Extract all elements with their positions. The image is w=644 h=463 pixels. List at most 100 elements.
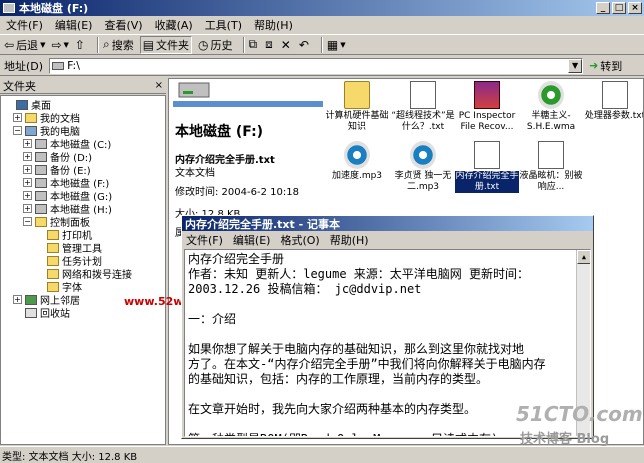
undo-icon: ↶ — [298, 37, 309, 52]
notepad-menu-edit[interactable]: 编辑(E) — [233, 232, 271, 248]
file-item[interactable]: “超线程技术”是什么？.txt — [391, 81, 455, 133]
watermark-blog: 技术博客 Blog — [520, 432, 610, 447]
scroll-up-icon[interactable]: ▲ — [577, 250, 590, 264]
folder-tree[interactable]: 桌面 + 我的文档 − 我的电脑 + 本地磁盘 (C:) + 备份 (D:) + 备份 (E:) + 本… — [0, 95, 166, 445]
file-item[interactable]: PC Inspector File Recov... — [455, 81, 519, 133]
address-input[interactable]: F:\ ▼ — [49, 57, 584, 74]
rar-file-icon — [474, 81, 500, 109]
history-button[interactable]: ◷ 历史 — [198, 37, 232, 53]
notepad-menu-file[interactable]: 文件(F) — [186, 232, 223, 248]
file-label: 液晶眩机：别被响应... — [519, 171, 583, 192]
mp3-file-icon — [410, 141, 436, 169]
tree-item-label: 回收站 — [40, 309, 70, 320]
move-to-icon: ⧉ — [248, 37, 258, 51]
toolbar-separator — [242, 36, 245, 53]
chevron-down-icon: ▼ — [63, 40, 69, 49]
forward-arrow-icon: ⇨ — [51, 37, 62, 52]
move-to-button[interactable]: ⧉ — [249, 37, 260, 52]
file-item[interactable]: 半糖主义-S.H.E.wma — [519, 81, 583, 133]
back-arrow-icon: ⇦ — [4, 37, 15, 52]
collapse-icon[interactable]: − — [23, 217, 32, 226]
drive-icon — [35, 164, 47, 175]
close-icon[interactable]: × — [155, 80, 163, 91]
text-line — [188, 387, 587, 402]
file-item[interactable]: 内存介绍完全手册.txt — [455, 141, 519, 193]
expand-icon[interactable]: + — [23, 139, 32, 148]
selected-file-type: 文本文档 — [175, 168, 215, 179]
window-title: 本地磁盘 (F:) — [19, 2, 89, 15]
file-item[interactable]: 计算机硬件基础知识 — [325, 81, 389, 133]
views-button[interactable]: ▦ ▼ — [327, 38, 346, 52]
menu-help[interactable]: 帮助(H) — [254, 17, 293, 33]
drive-icon — [35, 177, 47, 188]
tree-item[interactable]: 回收站 — [13, 306, 70, 320]
file-item[interactable]: 处理器参数.txt — [583, 81, 644, 122]
text-line: 如果你想了解关于电脑内存的基础知识，那么到这里你就找对地 — [188, 342, 525, 356]
menu-edit[interactable]: 编辑(E) — [55, 17, 93, 33]
folders-button[interactable]: ▤ 文件夹 — [139, 35, 193, 54]
watermark-site: 51CTO.com — [516, 402, 643, 426]
folders-panel-header: 文件夹 × — [0, 78, 166, 94]
notepad-menubar: 文件(F) 编辑(E) 格式(O) 帮助(H) — [182, 231, 593, 248]
file-item[interactable]: 液晶眩机：别被响应... — [519, 141, 583, 193]
pc-icon — [25, 125, 37, 136]
menu-favorites[interactable]: 收藏(A) — [155, 17, 193, 33]
expand-icon[interactable]: + — [13, 295, 22, 304]
folder-icon — [47, 255, 59, 266]
txt-file-icon — [474, 141, 500, 169]
notepad-title: 内存介绍完全手册.txt - 记事本 — [185, 217, 341, 231]
go-button[interactable]: ➜ 转到 — [589, 58, 622, 74]
notepad-menu-format[interactable]: 格式(O) — [280, 232, 319, 248]
chevron-down-icon: ▼ — [40, 40, 46, 49]
file-label: 处理器参数.txt — [584, 111, 644, 121]
text-line: 作者：未知 更新人：legume 来源：太平洋电脑网 更新时间： — [188, 267, 530, 281]
search-button[interactable]: ⌕ 搜索 — [103, 37, 134, 53]
copy-to-button[interactable]: ⧈ — [265, 37, 275, 52]
maximize-button[interactable]: □ — [612, 2, 626, 14]
collapse-icon[interactable]: − — [13, 126, 22, 135]
close-button[interactable]: × — [628, 2, 642, 14]
toolbar-separator — [320, 36, 323, 53]
expand-icon[interactable]: + — [23, 178, 32, 187]
forward-button[interactable]: ⇨ ▼ — [51, 38, 68, 52]
text-line — [188, 327, 587, 342]
copy-to-icon: ⧈ — [265, 37, 273, 51]
text-line: 的基础知识，包括：内存的工作原理，当前内存的类型。 — [188, 372, 489, 386]
menu-view[interactable]: 查看(V) — [104, 17, 142, 33]
up-folder-icon: ⇧ — [74, 37, 85, 52]
net-icon — [25, 294, 37, 305]
tree-item[interactable]: 网络和拨号连接 — [35, 267, 132, 281]
bin-icon — [25, 307, 37, 318]
folder-icon — [47, 281, 59, 292]
file-item[interactable]: 李贞贤 独一无二.mp3 — [391, 141, 455, 193]
minimize-button[interactable]: _ — [596, 2, 610, 14]
expand-icon[interactable]: + — [23, 204, 32, 213]
address-bar: 地址(D) F:\ ▼ ➜ 转到 — [0, 56, 644, 76]
expand-icon[interactable]: + — [23, 165, 32, 174]
file-label: PC Inspector File Recov... — [458, 111, 516, 132]
back-button[interactable]: ⇦ 后退 ▼ — [4, 37, 45, 53]
notepad-menu-help[interactable]: 帮助(H) — [330, 232, 369, 248]
menu-file[interactable]: 文件(F) — [6, 17, 43, 33]
file-item[interactable]: 加速度.mp3 — [325, 141, 389, 182]
notepad-title-bar[interactable]: 内存介绍完全手册.txt - 记事本 — [182, 216, 593, 231]
menu-tools[interactable]: 工具(T) — [205, 17, 242, 33]
text-line: 方了。在本文-“内存介绍完全手册”中我们将向你解释关于电脑内存 — [188, 357, 546, 371]
expand-icon[interactable]: + — [23, 152, 32, 161]
text-line: 一：介绍 — [188, 312, 237, 326]
delete-button[interactable]: ✕ — [281, 38, 293, 52]
expand-icon[interactable]: + — [13, 113, 22, 122]
window-title-bar[interactable]: 本地磁盘 (F:) _ □ × — [0, 0, 644, 16]
status-text: 类型: 文本文档 大小: 12.8 KB — [2, 451, 138, 463]
chevron-down-icon[interactable]: ▼ — [568, 58, 583, 73]
undo-button[interactable]: ↶ — [299, 38, 311, 52]
file-label: 加速度.mp3 — [331, 171, 383, 181]
modified-time: 修改时间: 2004-6-2 10:18 — [175, 187, 299, 198]
expand-icon[interactable]: + — [23, 191, 32, 200]
txt-file-icon — [410, 81, 436, 109]
file-label: 内存介绍完全手册.txt — [455, 171, 519, 193]
folder-icon — [47, 229, 59, 240]
search-icon: ⌕ — [102, 37, 110, 51]
file-label: 半糖主义-S.H.E.wma — [526, 111, 576, 132]
up-button[interactable]: ⇧ — [75, 38, 87, 52]
